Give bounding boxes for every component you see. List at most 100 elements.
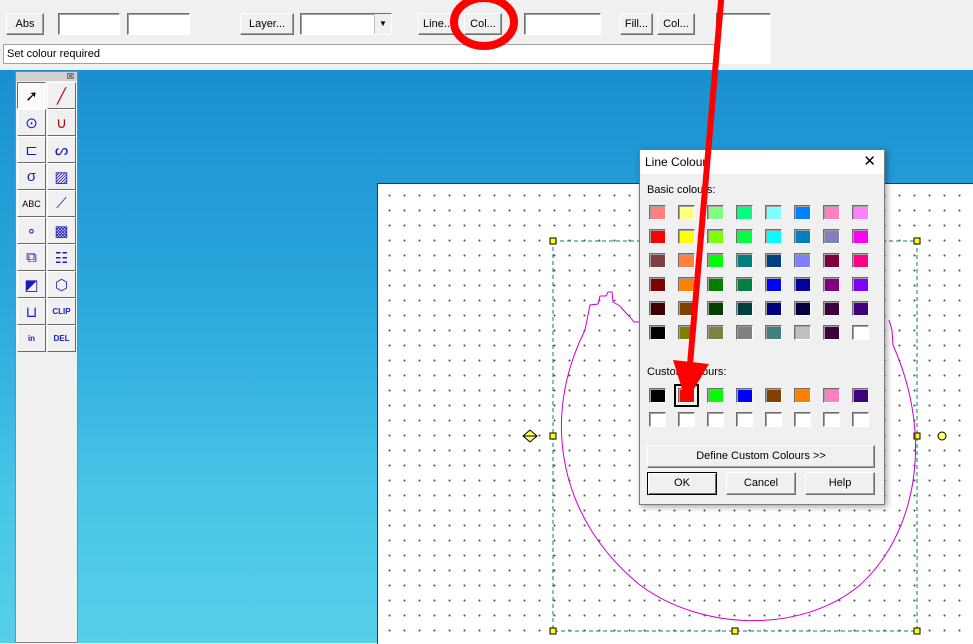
basic-colour-swatch[interactable] [823, 253, 840, 268]
basic-colour-swatch[interactable] [649, 229, 666, 244]
custom-colour-swatch[interactable] [794, 388, 811, 403]
shape-tool[interactable]: σ [17, 163, 46, 190]
fill-colour-button[interactable]: Col... [657, 13, 695, 35]
custom-colour-swatch[interactable] [765, 412, 782, 427]
chevron-down-icon[interactable]: ▼ [374, 14, 391, 34]
basic-colour-swatch[interactable] [765, 277, 782, 292]
basic-colour-swatch[interactable] [649, 277, 666, 292]
line-tool[interactable]: ╱ [47, 82, 76, 109]
cancel-button[interactable]: Cancel [726, 472, 796, 495]
selected-colour-swatch[interactable] [674, 384, 699, 407]
basic-colour-swatch[interactable] [707, 205, 724, 220]
curve-tool[interactable]: ᔕ [47, 136, 76, 163]
x-coordinate-field[interactable] [58, 13, 120, 35]
help-button[interactable]: Help [805, 472, 875, 495]
basic-colour-swatch[interactable] [649, 253, 666, 268]
basic-colour-swatch[interactable] [794, 277, 811, 292]
close-icon[interactable]: ✕ [863, 152, 876, 170]
basic-colour-swatch[interactable] [736, 205, 753, 220]
custom-colour-swatch[interactable] [649, 388, 666, 403]
layer-dropdown[interactable]: ▼ [300, 13, 392, 35]
select-arrow-tool[interactable]: ➚ [17, 82, 46, 109]
custom-colour-swatch[interactable] [852, 412, 869, 427]
basic-colour-swatch[interactable] [707, 301, 724, 316]
basic-colour-swatch[interactable] [794, 301, 811, 316]
circle-radius-tool[interactable]: ⊙ [17, 109, 46, 136]
basic-colour-swatch[interactable] [736, 325, 753, 340]
pattern-fill-tool[interactable]: ▩ [47, 217, 76, 244]
dimension-tool[interactable]: ⊏ [17, 136, 46, 163]
basic-colour-swatch[interactable] [823, 277, 840, 292]
line-colour-button[interactable]: Col... [464, 13, 502, 35]
custom-colour-swatch[interactable] [707, 412, 724, 427]
custom-colour-swatch[interactable] [852, 388, 869, 403]
dialog-titlebar[interactable]: Line Colour ✕ [640, 150, 884, 174]
basic-colour-swatch[interactable] [736, 253, 753, 268]
basic-colour-swatch[interactable] [649, 205, 666, 220]
basic-colour-swatch[interactable] [794, 205, 811, 220]
basic-colour-swatch[interactable] [823, 301, 840, 316]
basic-colour-swatch[interactable] [823, 325, 840, 340]
basic-colour-swatch[interactable] [765, 325, 782, 340]
insert-tool[interactable]: in [17, 325, 46, 352]
arc-tool[interactable]: ∪ [47, 109, 76, 136]
custom-colour-swatch[interactable] [765, 388, 782, 403]
basic-colour-swatch[interactable] [736, 229, 753, 244]
basic-colour-swatch[interactable] [823, 229, 840, 244]
solid-tool[interactable]: ⬡ [47, 271, 76, 298]
clip-tool[interactable]: CLIP [47, 298, 76, 325]
basic-colour-swatch[interactable] [649, 301, 666, 316]
basic-colour-swatch[interactable] [678, 253, 695, 268]
measure-tool[interactable]: ⟋ [47, 190, 76, 217]
basic-colour-swatch[interactable] [678, 301, 695, 316]
line-button[interactable]: Line... [418, 13, 458, 35]
basic-colour-swatch[interactable] [852, 229, 869, 244]
ok-button[interactable]: OK [647, 472, 717, 495]
points-tool[interactable]: ∘ [17, 217, 46, 244]
basic-colour-swatch[interactable] [794, 325, 811, 340]
basic-colour-swatch[interactable] [736, 277, 753, 292]
custom-colour-swatch[interactable] [649, 412, 666, 427]
basic-colour-swatch[interactable] [678, 205, 695, 220]
basic-colour-swatch[interactable] [678, 229, 695, 244]
trim-tool[interactable]: ⊔ [17, 298, 46, 325]
basic-colour-swatch[interactable] [707, 277, 724, 292]
basic-colour-swatch[interactable] [852, 325, 869, 340]
abs-button[interactable]: Abs [6, 13, 44, 35]
delete-tool[interactable]: DEL [47, 325, 76, 352]
y-coordinate-field[interactable] [127, 13, 190, 35]
colour-tool[interactable]: ◩ [17, 271, 46, 298]
basic-colour-swatch[interactable] [852, 301, 869, 316]
define-custom-colours-button[interactable]: Define Custom Colours >> [647, 445, 875, 468]
basic-colour-swatch[interactable] [852, 205, 869, 220]
layer-button[interactable]: Layer... [240, 13, 294, 35]
basic-colour-swatch[interactable] [823, 205, 840, 220]
custom-colour-swatch[interactable] [707, 388, 724, 403]
basic-colour-swatch[interactable] [765, 205, 782, 220]
custom-colour-swatch[interactable] [823, 412, 840, 427]
basic-colour-swatch[interactable] [852, 253, 869, 268]
basic-colour-swatch[interactable] [707, 253, 724, 268]
custom-colour-swatch[interactable] [678, 412, 695, 427]
palette-titlebar[interactable]: ☒ [16, 72, 77, 81]
basic-colour-swatch[interactable] [649, 325, 666, 340]
basic-colour-swatch[interactable] [794, 229, 811, 244]
basic-colour-swatch[interactable] [765, 301, 782, 316]
custom-colour-swatch[interactable] [823, 388, 840, 403]
basic-colour-swatch[interactable] [852, 277, 869, 292]
text-tool[interactable]: ABC [17, 190, 46, 217]
table-tool[interactable]: ☷ [47, 244, 76, 271]
custom-colour-swatch[interactable] [736, 412, 753, 427]
custom-colour-swatch[interactable] [794, 412, 811, 427]
fill-button[interactable]: Fill... [620, 13, 653, 35]
hatch-tool[interactable]: ▨ [47, 163, 76, 190]
basic-colour-swatch[interactable] [678, 325, 695, 340]
basic-colour-swatch[interactable] [765, 253, 782, 268]
custom-colour-swatch[interactable] [736, 388, 753, 403]
basic-colour-swatch[interactable] [736, 301, 753, 316]
close-icon[interactable]: ☒ [67, 72, 74, 81]
basic-colour-swatch[interactable] [765, 229, 782, 244]
basic-colour-swatch[interactable] [707, 229, 724, 244]
basic-colour-swatch[interactable] [707, 325, 724, 340]
basic-colour-swatch[interactable] [678, 277, 695, 292]
